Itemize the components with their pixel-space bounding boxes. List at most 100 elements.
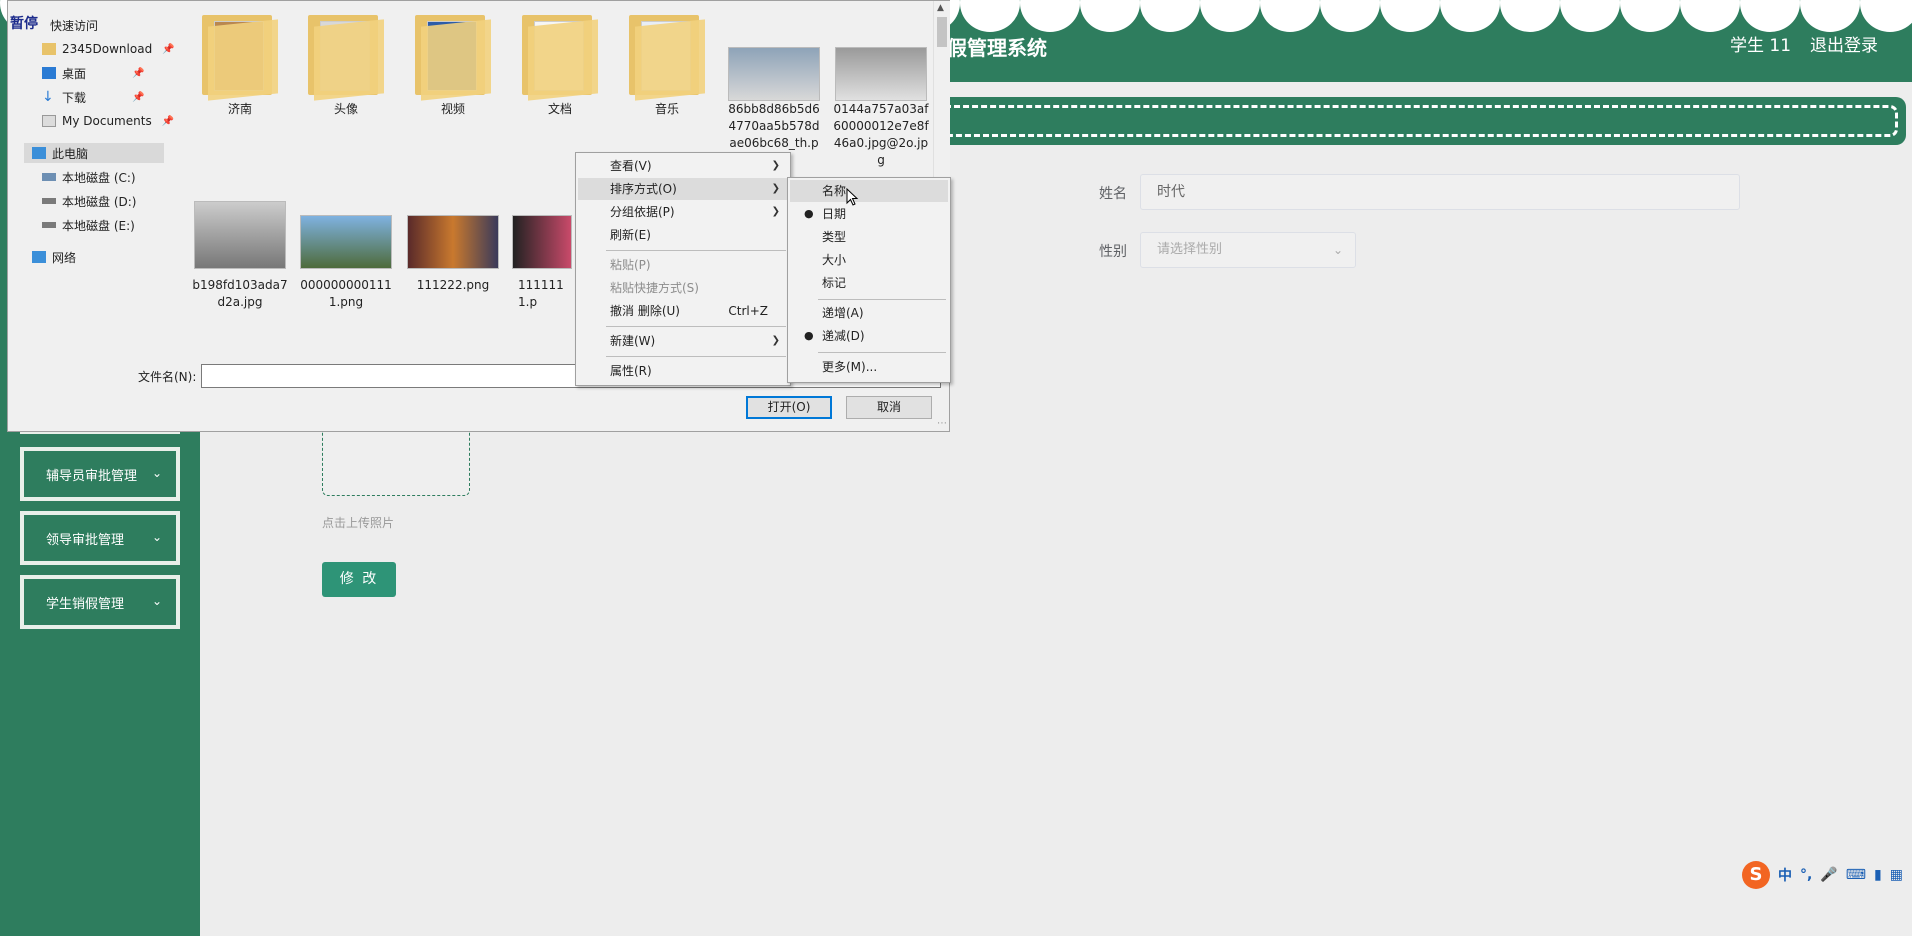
menu-item-label: 名称 <box>822 184 847 198</box>
gender-placeholder: 请选择性别 <box>1157 242 1223 257</box>
nav-this-pc[interactable]: 此电脑 <box>24 143 164 163</box>
pin-icon: 📌 <box>132 67 145 79</box>
ime-toolbar[interactable]: S 中 °, 🎤 ⌨ ▮ ▦ <box>1742 860 1912 890</box>
sidebar-item-label: 领导审批管理 <box>46 532 125 548</box>
menu-item-refresh[interactable]: 刷新(E) <box>578 224 788 246</box>
drive-icon <box>42 173 56 181</box>
submenu-arrow-icon: ❯ <box>771 206 780 217</box>
file-item[interactable]: 文档 <box>512 15 608 118</box>
menu-item-label: 分组依据(P) <box>610 205 675 219</box>
nav-label: 2345Download <box>62 42 153 56</box>
image-thumbnail <box>194 201 286 269</box>
gender-select[interactable]: 请选择性别 ⌄ <box>1140 232 1356 268</box>
file-item[interactable]: 86bb8d86b5d64770aa5b578dae06bc68_th.pn <box>726 31 822 169</box>
nav-drive-e[interactable]: 本地磁盘 (E:) <box>42 215 135 235</box>
folder-icon <box>522 15 598 101</box>
menu-item-label: 粘贴(P) <box>610 258 651 272</box>
folder-icon <box>629 15 705 101</box>
scroll-up-icon[interactable]: ▲ <box>937 3 944 13</box>
mouse-pointer-icon <box>846 188 859 206</box>
file-item[interactable]: 头像 <box>298 15 394 118</box>
sogou-logo-icon[interactable]: S <box>1742 861 1770 889</box>
gender-label: 性别 <box>1099 244 1127 260</box>
resize-grip-icon[interactable]: ⋯ <box>937 418 947 429</box>
nav-item-2345download[interactable]: 2345Download 📌 <box>42 39 175 59</box>
chevron-down-icon: ⌄ <box>151 466 162 480</box>
image-thumbnail <box>512 215 572 269</box>
file-name: 济南 <box>227 102 252 116</box>
file-item[interactable]: 1111111.p <box>512 199 572 311</box>
file-item[interactable]: 0144a757a03af60000012e7e8f46a0.jpg@2o.jp… <box>833 31 929 169</box>
nav-drive-d[interactable]: 本地磁盘 (D:) <box>42 191 136 211</box>
nav-label: 本地磁盘 (C:) <box>62 170 136 185</box>
menu-item-label: 递减(D) <box>822 329 865 343</box>
skin-shirt-icon[interactable]: ▮ <box>1874 867 1882 883</box>
sidebar-item-leader-approval[interactable]: 领导审批管理 ⌄ <box>20 511 180 565</box>
sort-submenu: 名称 ● 日期 类型 大小 标记 递增(A) ● 递减(D) 更多(M)... <box>787 177 951 383</box>
nav-item-desktop[interactable]: 桌面 📌 <box>42 63 144 83</box>
file-item[interactable]: 0000000001111.png <box>298 199 394 311</box>
pin-icon: 📌 <box>132 91 145 103</box>
file-name: 文档 <box>547 102 572 116</box>
grid-menu-icon[interactable]: ▦ <box>1890 867 1903 883</box>
sort-option-date[interactable]: ● 日期 <box>790 203 948 225</box>
open-button[interactable]: 打开(O) <box>746 396 832 419</box>
sidebar-item-counselor-approval[interactable]: 辅导员审批管理 ⌄ <box>20 447 180 501</box>
pin-icon: 📌 <box>161 115 175 127</box>
ime-mode-indicator[interactable]: 中 <box>1778 865 1792 885</box>
scroll-thumb[interactable] <box>937 17 947 47</box>
menu-item-paste: 粘贴(P) <box>578 254 788 276</box>
menu-separator <box>606 250 786 251</box>
menu-separator <box>818 299 946 300</box>
submenu-arrow-icon: ❯ <box>771 335 780 346</box>
menu-item-label: 大小 <box>822 253 847 267</box>
keyboard-icon[interactable]: ⌨ <box>1846 867 1866 883</box>
menu-item-label: 类型 <box>822 230 847 244</box>
menu-item-new[interactable]: 新建(W) ❯ <box>578 330 788 352</box>
sort-option-tags[interactable]: 标记 <box>790 272 948 294</box>
nav-label: 下载 <box>62 90 87 105</box>
microphone-icon[interactable]: 🎤 <box>1820 867 1837 883</box>
chevron-down-icon: ⌄ <box>151 530 162 544</box>
sidebar-item-student-leave-cancel[interactable]: 学生销假管理 ⌄ <box>20 575 180 629</box>
nav-drive-c[interactable]: 本地磁盘 (C:) <box>42 167 136 187</box>
sort-option-type[interactable]: 类型 <box>790 226 948 248</box>
nav-network[interactable]: 网络 <box>32 247 76 267</box>
chevron-down-icon: ⌄ <box>151 594 162 608</box>
folder-icon <box>415 15 491 101</box>
menu-item-undo-delete[interactable]: 撤消 删除(U) Ctrl+Z <box>578 300 788 322</box>
cancel-button[interactable]: 取消 <box>846 396 932 419</box>
file-item[interactable]: 音乐 <box>619 15 715 118</box>
file-item[interactable]: b198fd103ada7d2a.jpg <box>192 199 288 311</box>
menu-item-label: 刷新(E) <box>610 228 651 242</box>
menu-item-label: 新建(W) <box>610 334 656 348</box>
file-name: b198fd103ada7d2a.jpg <box>192 278 288 309</box>
name-field[interactable]: 时代 <box>1140 174 1740 210</box>
menu-item-view[interactable]: 查看(V) ❯ <box>578 155 788 177</box>
nav-label: 网络 <box>52 250 77 265</box>
nav-item-downloads[interactable]: ↓ 下载 📌 <box>42 87 144 107</box>
nav-item-my-documents[interactable]: My Documents 📌 <box>42 111 174 131</box>
logout-link[interactable]: 退出登录 <box>1810 31 1878 56</box>
menu-item-properties[interactable]: 属性(R) <box>578 360 788 382</box>
sort-option-size[interactable]: 大小 <box>790 249 948 271</box>
file-item[interactable]: 济南 <box>192 15 288 118</box>
app-title: 假管理系统 <box>947 36 1047 60</box>
menu-item-sort-by[interactable]: 排序方式(O) ❯ <box>578 178 788 200</box>
nav-quick-access[interactable]: 快速访问 <box>50 15 98 35</box>
menu-separator <box>818 352 946 353</box>
menu-item-group-by[interactable]: 分组依据(P) ❯ <box>578 201 788 223</box>
sort-option-more[interactable]: 更多(M)... <box>790 356 948 378</box>
ime-punctuation-indicator[interactable]: °, <box>1800 867 1812 883</box>
document-icon <box>42 115 56 127</box>
file-item[interactable]: 视频 <box>405 15 501 118</box>
menu-item-label: 撤消 删除(U) <box>610 304 680 318</box>
filename-label: 文件名(N): <box>138 370 197 384</box>
sort-option-name[interactable]: 名称 <box>790 180 948 202</box>
sort-option-ascending[interactable]: 递增(A) <box>790 302 948 324</box>
sort-option-descending[interactable]: ● 递减(D) <box>790 325 948 347</box>
navigation-pane: 暂停 快速访问 2345Download 📌 桌面 📌 ↓ 下载 📌 My Do… <box>8 1 175 351</box>
file-item[interactable]: 111222.png <box>405 199 501 294</box>
menu-item-label: 递增(A) <box>822 306 864 320</box>
modify-button[interactable]: 修 改 <box>322 562 396 597</box>
